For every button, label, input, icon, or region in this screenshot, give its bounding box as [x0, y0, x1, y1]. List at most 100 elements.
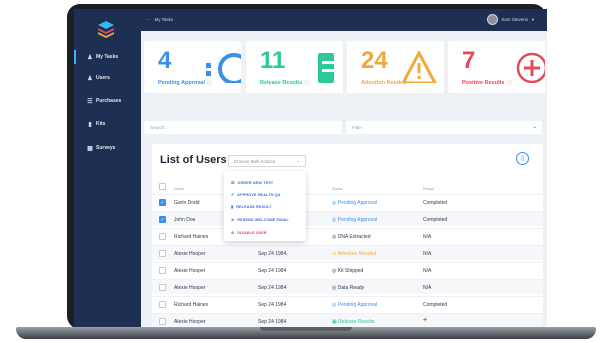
stat-card-attention-needed[interactable]: 24 Attention Needed ⓘ: [347, 41, 444, 93]
user-name: Sam Stevens: [501, 17, 529, 22]
stat-label: Pending Approval ⓘ: [158, 79, 212, 87]
table-row[interactable]: Alexie Hooper Sep 24 1984 ⚠ Attention Need…: [152, 245, 543, 260]
menu-item-release-result[interactable]: ▮ RELEASE RESULT: [231, 204, 272, 210]
app-screen: ♟ My Tasks ♟ Users ☰ Purchases ▮ Kits ▩ …: [74, 9, 547, 327]
stat-label-text: Attention Needed: [361, 80, 407, 86]
info-icon[interactable]: ⓘ: [507, 79, 513, 87]
stat-card-pending-approval[interactable]: 4 Pending Approval ⓘ: [144, 41, 241, 93]
sidebar-item-purchases[interactable]: ☰ Purchases: [74, 93, 141, 109]
breadcrumb-current[interactable]: My Tasks: [155, 17, 174, 22]
menu-item-label: RESEND WELCOME EMAIL: [237, 217, 289, 222]
row-date: Sep 24 1984: [258, 302, 287, 308]
table-row[interactable]: Alexie Hooper Sep 24 1984 ◎ Kit Shipped N/A: [152, 262, 543, 277]
search-input[interactable]: Search...: [144, 121, 342, 134]
laptop-notch: [260, 327, 352, 331]
menu-item-resend-welcome-email[interactable]: ➤ RESEND WELCOME EMAIL: [231, 217, 289, 223]
menu-item-approve-health-qa[interactable]: ✔ APPROVE HEALTH QA: [231, 192, 280, 198]
info-icon[interactable]: ⓘ: [409, 79, 415, 87]
user-menu[interactable]: Sam Stevens ▼: [487, 14, 535, 25]
row-checkbox[interactable]: ✓: [159, 216, 166, 223]
row-result: N/A: [423, 268, 432, 274]
breadcrumb: ··· My Tasks: [146, 17, 173, 22]
stat-value: 4: [158, 47, 172, 74]
row-status-text: Attention Needed: [337, 251, 377, 257]
bulk-actions-placeholder: Choose Bulk Actions: [234, 158, 276, 164]
stat-card-release-results[interactable]: 11 Release Results ⓘ: [246, 41, 343, 93]
row-status: ▣ Release Results: [332, 319, 375, 325]
list-title: List of Users: [160, 154, 227, 166]
sidebar-item-users[interactable]: ♟ Users: [74, 70, 141, 86]
stat-label: Attention Needed ⓘ: [361, 79, 414, 87]
info-icon[interactable]: ⓘ: [304, 79, 310, 87]
status-icon: ◎: [332, 200, 337, 206]
menu-item-order-new-test[interactable]: ⚖ ORDER NEW TEST: [231, 180, 273, 186]
menu-item-label: DISABLE USER: [237, 230, 267, 235]
sidebar-item-my-tasks[interactable]: ♟ My Tasks: [74, 49, 141, 65]
check-circle-icon: ✔: [231, 193, 235, 197]
ellipsis-icon[interactable]: ···: [146, 17, 151, 22]
row-checkbox[interactable]: [159, 318, 166, 325]
table-row[interactable]: Alexie Hooper Sep 24 1984 ▣ Release Result…: [152, 313, 543, 327]
purchases-icon: ☰: [87, 98, 93, 105]
row-status-text: Data Ready: [337, 285, 365, 291]
stat-label: Release Results ⓘ: [260, 79, 310, 87]
row-date: Sep 24 1984: [258, 319, 287, 325]
row-checkbox[interactable]: [159, 301, 166, 308]
row-status-text: Pending Approval: [337, 302, 377, 308]
table-row[interactable]: Alexie Hooper Sep 24 1984 ◎ Data Ready N/A: [152, 279, 543, 294]
stat-card-positive-results[interactable]: 7 Positive Results ⓘ: [448, 41, 545, 93]
row-status-text: Kit Shipped: [337, 268, 364, 274]
row-checkbox[interactable]: [159, 250, 166, 257]
search-placeholder: Search...: [150, 125, 169, 130]
row-name: Richard Haines: [174, 302, 209, 308]
table-row[interactable]: ✓ John Doe ◎ Pending Approval Completed: [152, 211, 543, 226]
status-icon: ◎: [332, 268, 337, 274]
bulk-actions-dropdown[interactable]: Choose Bulk Actions ⌄: [228, 155, 306, 167]
status-icon: ▣: [332, 319, 337, 325]
row-status: ◎ Kit Shipped: [332, 268, 363, 274]
row-checkbox[interactable]: [159, 233, 166, 240]
row-checkbox[interactable]: [159, 284, 166, 291]
column-header-result[interactable]: Result: [423, 187, 434, 191]
row-checkbox[interactable]: ✓: [159, 199, 166, 206]
menu-item-disable-user[interactable]: ⊘ DISABLE USER: [231, 230, 267, 236]
row-status: ⚠ Attention Needed: [332, 251, 376, 257]
download-icon: ⇩: [519, 155, 526, 163]
row-status: ◎ Pending Approval: [332, 217, 377, 223]
stat-value: 24: [361, 47, 388, 74]
menu-item-label: RELEASE RESULT: [236, 204, 272, 209]
status-icon: ◎: [332, 217, 337, 223]
row-status-text: Release Results: [338, 319, 375, 325]
row-result: +: [423, 317, 428, 324]
users-icon: ♟: [87, 75, 93, 82]
table-row[interactable]: Richard Haines ◎ DNA Extracted N/A: [152, 228, 543, 243]
download-button[interactable]: ⇩: [516, 152, 529, 165]
row-name: Alexie Hooper: [174, 285, 206, 291]
row-checkbox[interactable]: [159, 267, 166, 274]
column-header-status[interactable]: Status: [332, 187, 343, 191]
stat-value: 11: [260, 47, 286, 74]
sidebar-item-surveys[interactable]: ▩ Surveys: [74, 140, 141, 156]
table-row[interactable]: ✓ Garin Dodd ◎ Pending Approval Completed: [152, 194, 543, 209]
top-bar: ··· My Tasks Sam Stevens ▼: [141, 9, 547, 31]
app-logo-icon: [98, 21, 114, 38]
chevron-down-icon: ⌄: [532, 124, 537, 130]
sidebar-item-kits[interactable]: ▮ Kits: [74, 116, 141, 132]
chevron-down-icon: ⌄: [296, 158, 300, 163]
row-status: ◎ Data Ready: [332, 285, 364, 291]
bulk-actions-menu: ⚖ ORDER NEW TEST ✔ APPROVE HEALTH QA ▮ R…: [224, 171, 306, 241]
info-icon[interactable]: ⓘ: [207, 79, 213, 87]
sidebar-item-label: Kits: [96, 121, 106, 127]
row-result: Completed: [423, 217, 448, 223]
plus-circle-icon: [516, 52, 545, 83]
flask-icon: ⚖: [231, 181, 235, 185]
column-header-name[interactable]: Name: [174, 187, 184, 191]
sidebar-item-label: My Tasks: [96, 54, 119, 60]
users-list-panel: List of Users Choose Bulk Actions ⌄ ⇩ Na…: [152, 144, 543, 327]
stat-label-text: Positive Results: [462, 80, 505, 86]
filter-select[interactable]: Filter ⌄: [346, 121, 542, 134]
row-date: Sep 24 1984: [258, 268, 287, 274]
select-all-checkbox[interactable]: [159, 183, 166, 190]
table-row[interactable]: Richard Haines Sep 24 1984 ◎ Pending Appro…: [152, 296, 543, 311]
status-icon: ◎: [332, 285, 337, 291]
